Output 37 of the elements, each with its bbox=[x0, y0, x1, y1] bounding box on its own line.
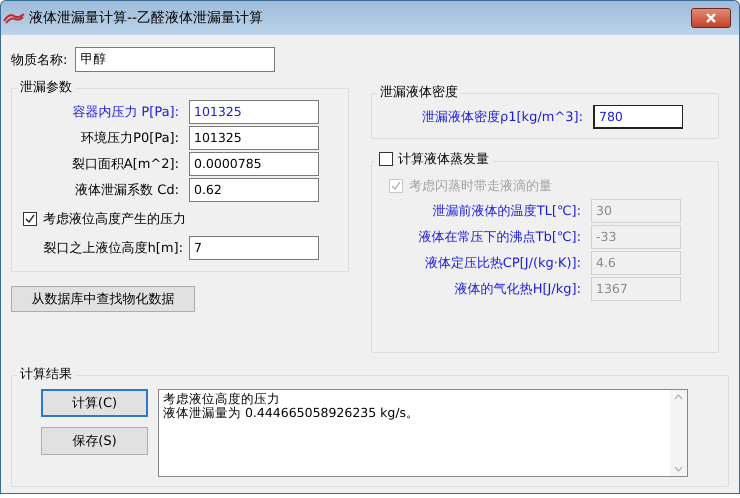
action-button[interactable]: 保存(S) bbox=[41, 427, 148, 455]
output-line: 考虑液位高度的压力 bbox=[163, 392, 281, 406]
checkbox-label: 计算液体蒸发量 bbox=[398, 151, 489, 168]
input-field[interactable]: 101325 bbox=[189, 100, 319, 124]
field-label: 裂口之上液位高度h[m]: bbox=[42, 240, 183, 257]
input-field[interactable]: 0.0000785 bbox=[189, 152, 319, 176]
input-field[interactable]: 甲醇 bbox=[75, 47, 276, 72]
group-title: 泄漏参数 bbox=[17, 78, 75, 96]
output-area[interactable]: 考虑液位高度的压力 液体泄漏量为 0.444665058926235 kg/s。 bbox=[158, 389, 688, 477]
scrollbar[interactable] bbox=[670, 390, 687, 476]
group-title: 计算结果 bbox=[17, 365, 75, 383]
input-field[interactable]: 101325 bbox=[189, 126, 319, 150]
field-label: 泄漏液体密度ρ1[kg/m^3]: bbox=[420, 109, 583, 126]
checkbox-label: 考虑液位高度产生的压力 bbox=[43, 211, 186, 228]
logo-icon bbox=[3, 12, 25, 24]
field-label: 液体在常压下的沸点Tb[℃]: bbox=[418, 229, 581, 246]
field-label: 液体的气化热H[J/kg]: bbox=[454, 281, 581, 298]
field-label: 裂口面积A[m^2]: bbox=[70, 156, 179, 173]
checkbox[interactable] bbox=[23, 212, 37, 226]
field-label: 容器内压力 P[Pa]: bbox=[71, 104, 179, 121]
checkbox[interactable] bbox=[379, 152, 393, 166]
input-field[interactable]: 0.62 bbox=[189, 178, 319, 202]
field-label: 物质名称: bbox=[11, 52, 68, 68]
checkbox-label: 考虑闪蒸时带走液滴的量 bbox=[409, 178, 552, 195]
group-title: 泄漏液体密度 bbox=[377, 83, 461, 101]
action-button[interactable]: 计算(C) bbox=[41, 389, 148, 417]
field-label: 液体泄漏系数 Cd: bbox=[74, 182, 179, 199]
window-title: 液体泄漏量计算--乙醛液体泄漏量计算 bbox=[29, 9, 264, 27]
input-field[interactable]: 7 bbox=[189, 236, 319, 260]
close-button[interactable] bbox=[691, 8, 731, 28]
close-icon bbox=[705, 13, 717, 23]
field-label: 环境压力P0[Pa]: bbox=[80, 130, 179, 147]
field-label: 泄漏前液体的温度TL[℃]: bbox=[432, 203, 581, 220]
output-line: 液体泄漏量为 0.444665058926235 kg/s。 bbox=[163, 406, 420, 420]
input-field[interactable]: 780 bbox=[593, 105, 683, 129]
lookup-button[interactable]: 从数据库中查找物化数据 bbox=[11, 286, 195, 312]
field-label: 液体定压比热CP[J/(kg·K)]: bbox=[424, 255, 581, 272]
